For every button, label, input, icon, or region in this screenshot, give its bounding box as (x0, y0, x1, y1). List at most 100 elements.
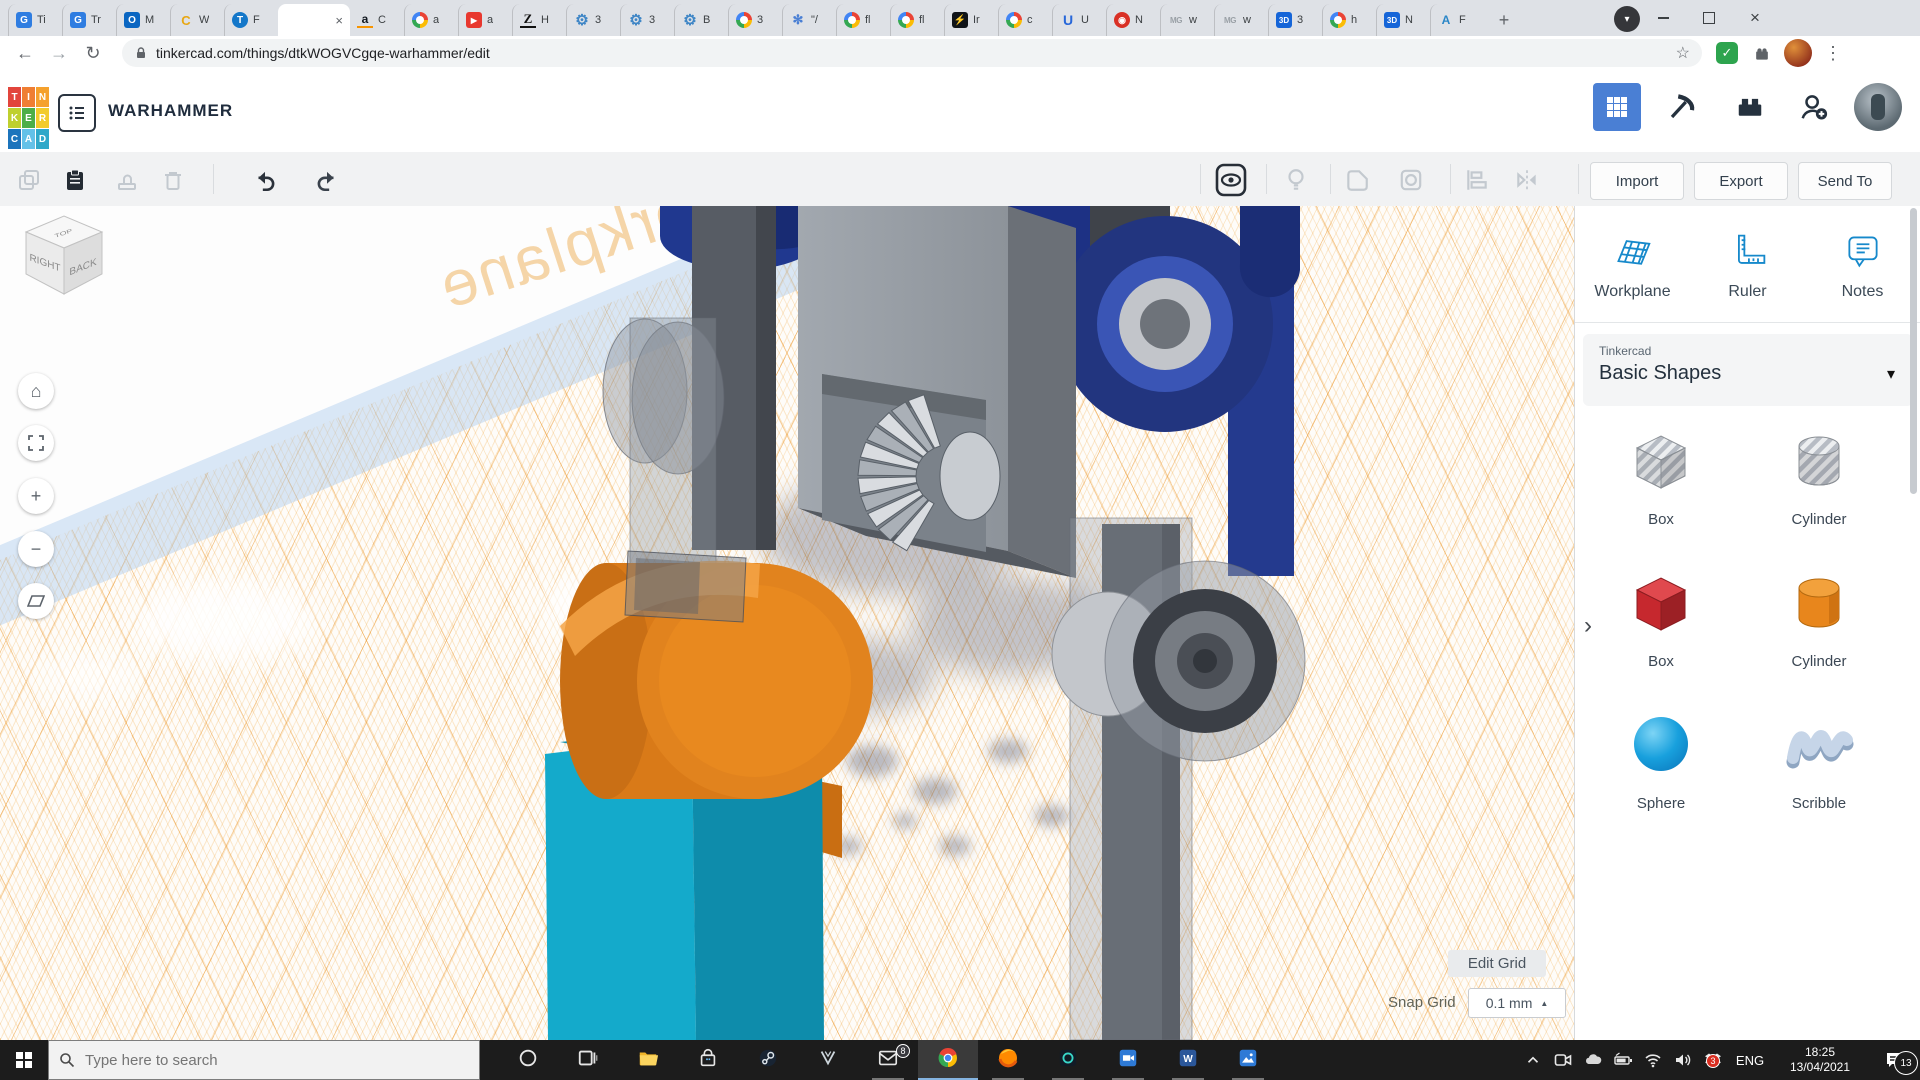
tray-volume-icon[interactable] (1668, 1040, 1698, 1080)
dashboard-grid-button[interactable] (1593, 83, 1641, 131)
snap-grid-select[interactable]: 0.1 mm ▲ (1468, 988, 1566, 1018)
browser-tab-3[interactable]: CW (170, 4, 224, 36)
tray-wifi-icon[interactable] (1638, 1040, 1668, 1080)
zoom-out-button[interactable]: − (18, 531, 54, 567)
taskbar-app-task-view[interactable] (558, 1040, 618, 1080)
taskbar-app-photos[interactable] (1218, 1040, 1278, 1080)
shape-card-red-box[interactable]: Box (1582, 564, 1740, 670)
delete-button[interactable] (158, 165, 188, 195)
taskbar-clock[interactable]: 18:25 13/04/2021 (1772, 1045, 1868, 1075)
panel-tool-ruler[interactable]: Ruler (1690, 214, 1805, 318)
zoom-in-button[interactable]: + (18, 478, 54, 514)
browser-tab-11[interactable]: ⚙3 (620, 4, 674, 36)
align-button[interactable] (1462, 165, 1492, 195)
panel-scrollbar[interactable] (1910, 208, 1917, 494)
start-button[interactable] (0, 1040, 48, 1080)
browser-tab-2[interactable]: OM (116, 4, 170, 36)
brick-button[interactable] (1726, 83, 1774, 131)
browser-tab-22[interactable]: MGw (1214, 4, 1268, 36)
new-tab-button[interactable]: + (1490, 6, 1518, 34)
panel-tool-notes[interactable]: Notes (1805, 214, 1920, 318)
taskbar-app-ea-app[interactable] (1038, 1040, 1098, 1080)
taskbar-app-store[interactable] (678, 1040, 738, 1080)
browser-tab-19[interactable]: UU (1052, 4, 1106, 36)
address-bar[interactable]: tinkercad.com/things/dtkWOGVCgqe-warhamm… (122, 39, 1702, 67)
taskbar-app-movies-tv[interactable] (1098, 1040, 1158, 1080)
tray-dropbox-icon[interactable]: 3 (1698, 1040, 1728, 1080)
design-menu-button[interactable] (58, 94, 96, 132)
browser-tab-15[interactable]: fl (836, 4, 890, 36)
tray-onedrive-icon[interactable] (1578, 1040, 1608, 1080)
browser-tab-9[interactable]: ZH (512, 4, 566, 36)
paste-button[interactable] (60, 165, 90, 195)
3d-model-scene[interactable] (0, 206, 1574, 1040)
account-avatar[interactable] (1854, 83, 1902, 131)
show-all-button[interactable] (1212, 165, 1250, 195)
minecraft-button[interactable] (1658, 83, 1706, 131)
browser-tab-20[interactable]: ◉N (1106, 4, 1160, 36)
extensions-puzzle-icon[interactable] (1752, 43, 1772, 63)
shape-card-hole-box[interactable]: Box (1582, 422, 1740, 528)
duplicate-button[interactable] (112, 165, 142, 195)
browser-tab-18[interactable]: c (998, 4, 1052, 36)
shape-collection-dropdown[interactable]: Tinkercad Basic Shapes ▾ (1583, 334, 1913, 406)
send-to-button[interactable]: Send To (1798, 162, 1892, 200)
redo-button[interactable] (312, 165, 342, 195)
invite-people-button[interactable] (1790, 83, 1838, 131)
tray-chevron-up-icon[interactable] (1518, 1040, 1548, 1080)
browser-tab-23[interactable]: 3D3 (1268, 4, 1322, 36)
search-input[interactable] (83, 1051, 447, 1070)
shape-card-orange-cylinder[interactable]: Cylinder (1740, 564, 1898, 670)
shape-card-sphere[interactable]: Sphere (1582, 706, 1740, 812)
tab-search-button[interactable]: ▾ (1614, 6, 1640, 32)
back-button[interactable]: ← (8, 39, 42, 67)
taskbar-app-cortana[interactable] (498, 1040, 558, 1080)
browser-tab-5[interactable]: × (278, 4, 350, 36)
shape-card-scribble[interactable]: Scribble (1740, 706, 1898, 812)
browser-tab-25[interactable]: 3DN (1376, 4, 1430, 36)
extension-check-icon[interactable]: ✓ (1716, 42, 1738, 64)
view-cube[interactable]: TOP RIGHT BACK (14, 208, 114, 300)
close-button[interactable]: × (1732, 0, 1778, 36)
taskbar-app-predator[interactable] (798, 1040, 858, 1080)
mirror-button[interactable] (1512, 165, 1542, 195)
minimize-button[interactable] (1640, 0, 1686, 36)
browser-tab-0[interactable]: GTi (8, 4, 62, 36)
tab-close-icon[interactable]: × (335, 13, 343, 28)
browser-menu-icon[interactable]: ⋮ (1816, 39, 1850, 67)
browser-tab-7[interactable]: a (404, 4, 458, 36)
browser-tab-12[interactable]: ⚙B (674, 4, 728, 36)
taskbar-app-steam[interactable] (738, 1040, 798, 1080)
import-button[interactable]: Import (1590, 162, 1684, 200)
fit-view-button[interactable] (18, 425, 54, 461)
3d-viewport[interactable]: Workplane (0, 206, 1574, 1040)
taskbar-app-firefox[interactable] (978, 1040, 1038, 1080)
browser-tab-4[interactable]: TF (224, 4, 278, 36)
shape-card-hole-cylinder[interactable]: Cylinder (1740, 422, 1898, 528)
browser-tab-13[interactable]: 3 (728, 4, 782, 36)
edit-grid-button[interactable]: Edit Grid (1448, 950, 1546, 977)
browser-tab-1[interactable]: GTr (62, 4, 116, 36)
tray-meet-now-icon[interactable] (1548, 1040, 1578, 1080)
browser-tab-8[interactable]: ▶a (458, 4, 512, 36)
taskbar-search[interactable] (48, 1040, 480, 1080)
light-button[interactable] (1281, 165, 1311, 195)
notification-center-button[interactable]: 13 (1868, 1040, 1920, 1080)
browser-profile-avatar[interactable] (1784, 39, 1812, 67)
hole-toggle[interactable] (1396, 165, 1426, 195)
bookmark-star-icon[interactable]: ☆ (1676, 43, 1690, 63)
browser-tab-14[interactable]: ✻"/ (782, 4, 836, 36)
perspective-toggle-button[interactable] (18, 583, 54, 619)
tinkercad-logo[interactable]: TINKERCAD (8, 87, 49, 149)
taskbar-app-mail[interactable]: 8 (858, 1040, 918, 1080)
panel-tool-workplane[interactable]: Workplane (1575, 214, 1690, 318)
language-indicator[interactable]: ENG (1728, 1053, 1772, 1068)
copy-button[interactable] (14, 165, 44, 195)
browser-tab-17[interactable]: ⚡Ir (944, 4, 998, 36)
browser-tab-16[interactable]: fl (890, 4, 944, 36)
home-view-button[interactable]: ⌂ (18, 373, 54, 409)
browser-tab-26[interactable]: AF (1430, 4, 1484, 36)
maximize-button[interactable] (1686, 0, 1732, 36)
solid-toggle[interactable] (1342, 165, 1372, 195)
taskbar-app-chrome[interactable] (918, 1040, 978, 1080)
